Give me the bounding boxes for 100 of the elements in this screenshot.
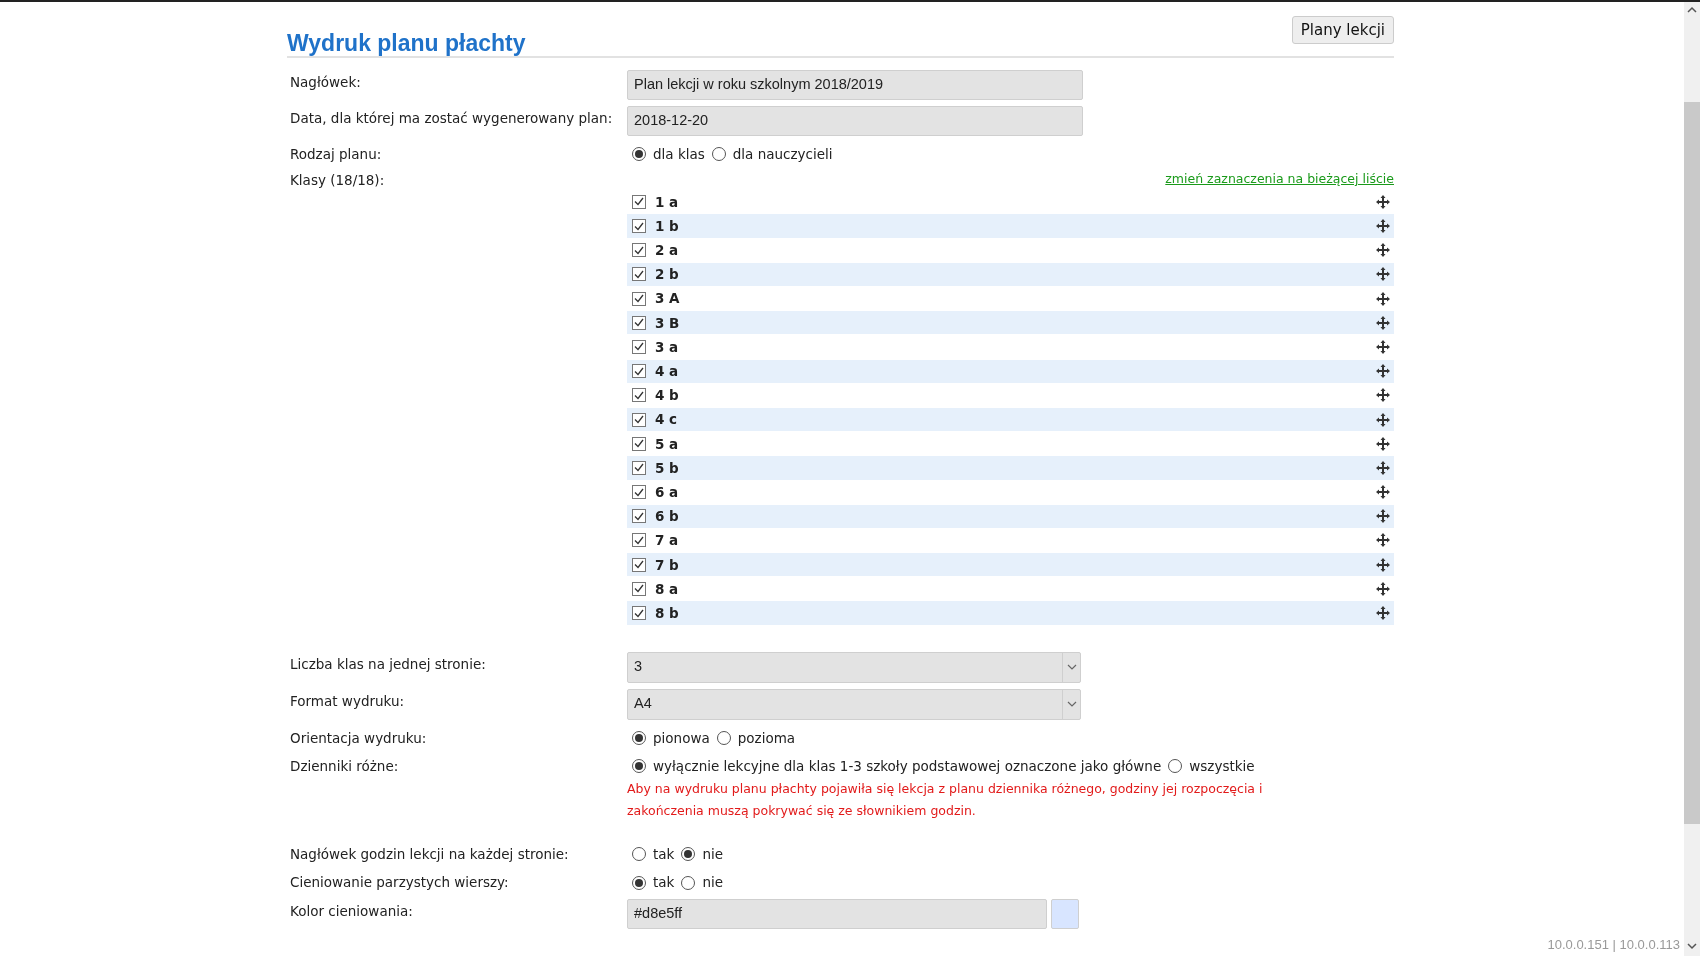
class-name: 5 a [655,434,680,454]
class-list-row[interactable]: 8 b [627,601,1394,626]
class-name: 2 a [655,241,680,261]
class-list-row[interactable]: 4 a [627,359,1394,384]
field-label: Nagłówek godzin lekcji na każdej stronie: [289,845,570,865]
move-handle-icon[interactable] [1376,219,1390,234]
change-selection-link[interactable]: zmień zaznaczenia na bieżącej liście [1165,170,1394,191]
color-swatch[interactable] [1051,898,1079,929]
class-name: 1 a [655,192,680,212]
field-label: Klasy (18/18): [289,171,386,191]
checkbox[interactable] [632,219,646,234]
radio-option[interactable]: wyłącznie lekcyjne dla klas 1-3 szkoły podstawowej oznaczone jako główne [632,755,1162,777]
checkbox[interactable] [632,581,646,596]
field-label: Cieniowanie parzystych wierszy: [289,873,510,893]
move-handle-icon[interactable] [1376,509,1390,524]
radio-option[interactable]: tak [632,844,675,865]
class-name: 8 a [655,579,680,599]
class-name: 6 b [655,507,680,527]
text-field[interactable]: 2018-12-20 [627,106,1083,136]
class-name: 7 a [655,531,680,551]
checkbox[interactable] [632,339,646,354]
field-label: Nagłówek: [289,73,362,92]
radio-option[interactable]: tak [632,872,675,893]
checkbox[interactable] [632,315,646,330]
scrollbar-thumb[interactable] [1684,102,1700,824]
checkbox[interactable] [632,509,646,524]
move-handle-icon[interactable] [1376,436,1390,451]
class-list-row[interactable]: 7 b [627,553,1394,578]
checkbox[interactable] [632,267,646,282]
checkbox[interactable] [632,243,646,258]
class-name: 3 a [655,337,680,357]
radio-option[interactable]: wszystkie [1168,755,1255,777]
radio-option[interactable]: nie [681,844,723,865]
class-name: 4 b [655,386,680,406]
class-list-row[interactable]: 2 a [627,238,1394,263]
checkbox[interactable] [632,460,646,475]
checkbox[interactable] [632,533,646,548]
checkbox[interactable] [632,291,646,306]
field-label: Orientacja wydruku: [289,728,428,748]
class-list-row[interactable]: 5 b [627,456,1394,481]
server-address: 10.0.0.151 | 10.0.0.113 [1547,935,1680,954]
class-list-row[interactable]: 6 b [627,504,1394,529]
move-handle-icon[interactable] [1376,557,1390,572]
move-handle-icon[interactable] [1376,388,1390,403]
class-list-row[interactable]: 3 a [627,335,1394,360]
move-handle-icon[interactable] [1376,606,1390,621]
move-handle-icon[interactable] [1376,315,1390,330]
class-name: 7 b [655,555,680,575]
text-field[interactable]: Plan lekcji w roku szkolnym 2018/2019 [627,70,1083,100]
move-handle-icon[interactable] [1376,485,1390,500]
class-name: 1 b [655,216,680,236]
dropdown[interactable]: A4 [627,688,1081,720]
class-list-row[interactable]: 3 B [627,311,1394,336]
class-name: 3 A [655,289,681,309]
move-handle-icon[interactable] [1376,581,1390,596]
radio-option[interactable]: nie [681,872,723,893]
class-name: 2 b [655,265,680,285]
field-label: Liczba klas na jednej stronie: [289,654,487,674]
radio-option[interactable]: pozioma [716,727,796,748]
warning-text: Aby na wydruku planu płachty pojawiła się lekcja z planu dziennika różnego, godziny jej rozpoczęcia i zakończenia muszą pokrywać się ze słownikiem godzin. [627,780,1264,821]
move-handle-icon[interactable] [1376,339,1390,354]
move-handle-icon[interactable] [1376,194,1390,209]
class-name: 5 b [655,458,680,478]
radio-option[interactable]: dla nauczycieli [711,144,833,165]
scroll-down-icon[interactable] [1687,942,1697,950]
page-title: Wydruk planu płachty [287,30,526,58]
checkbox[interactable] [632,364,646,379]
move-handle-icon[interactable] [1376,291,1390,306]
checkbox[interactable] [632,557,646,572]
class-list-row[interactable]: 4 b [627,383,1394,408]
move-handle-icon[interactable] [1376,243,1390,258]
radio-option[interactable]: pionowa [632,727,710,748]
move-handle-icon[interactable] [1376,267,1390,282]
checkbox[interactable] [632,388,646,403]
dropdown[interactable]: 3 [627,651,1081,683]
color-field[interactable]: #d8e5ff [627,898,1047,929]
class-name: 4 a [655,362,680,382]
chevron-down-icon [1066,664,1077,671]
scrollbar[interactable] [1684,2,1700,956]
checkbox[interactable] [632,436,646,451]
class-list-row[interactable]: 2 b [627,262,1394,287]
checkbox[interactable] [632,194,646,209]
class-list-row[interactable]: 4 c [627,407,1394,433]
move-handle-icon[interactable] [1376,412,1390,427]
checkbox[interactable] [632,606,646,621]
checkbox[interactable] [632,412,646,427]
class-list-row[interactable]: 1 b [627,214,1394,239]
checkbox[interactable] [632,485,646,500]
chevron-down-icon [1066,701,1077,708]
class-list-row[interactable]: 6 a [627,480,1394,505]
move-handle-icon[interactable] [1376,533,1390,548]
radio-option[interactable]: dla klas [632,144,705,165]
move-handle-icon[interactable] [1376,460,1390,475]
scroll-up-icon[interactable] [1687,6,1697,14]
move-handle-icon[interactable] [1376,364,1390,379]
class-name: 6 a [655,482,680,502]
class-name: 8 b [655,603,680,623]
class-name: 3 B [655,313,681,333]
lesson-plans-button[interactable]: Plany lekcji [1291,16,1394,44]
field-label: Kolor cieniowania: [289,901,414,921]
